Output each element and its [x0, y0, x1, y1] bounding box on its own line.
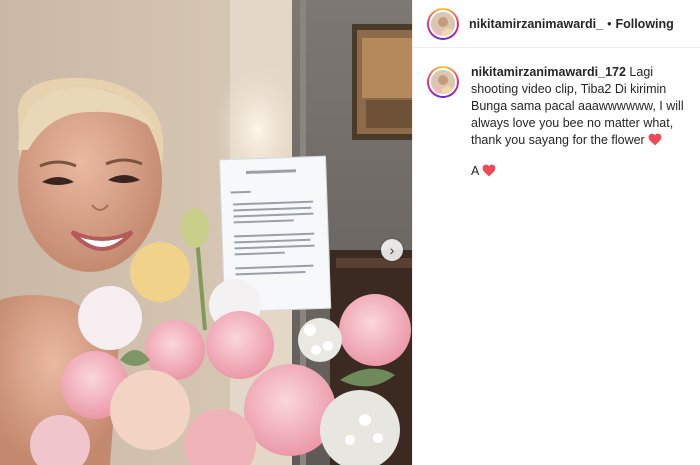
caption-username[interactable]: nikitamirzanimawardi_172 — [471, 65, 626, 79]
post-sidebar: nikitamirzanimawardi_ • Following nikita… — [412, 0, 700, 465]
post-header: nikitamirzanimawardi_ • Following — [413, 0, 700, 48]
following-button[interactable]: Following — [615, 17, 673, 31]
post-media[interactable]: › — [0, 0, 412, 465]
caption-second-text: A — [471, 164, 479, 178]
caption-avatar[interactable] — [427, 66, 459, 98]
avatar[interactable] — [427, 7, 459, 40]
chevron-right-icon: › — [389, 242, 395, 258]
next-media-button[interactable]: › — [381, 239, 403, 261]
heart-icon — [482, 164, 496, 177]
avatar-image — [431, 11, 455, 36]
avatar-image — [431, 70, 455, 94]
caption-body: nikitamirzanimawardi_172 Lagi shooting v… — [471, 64, 686, 180]
header-username[interactable]: nikitamirzanimawardi_ — [469, 17, 603, 31]
post-photo — [0, 0, 412, 465]
caption-second-line: A — [471, 163, 686, 180]
header-separator: • — [607, 16, 612, 31]
heart-icon — [648, 133, 662, 146]
caption: nikitamirzanimawardi_172 Lagi shooting v… — [413, 48, 700, 180]
